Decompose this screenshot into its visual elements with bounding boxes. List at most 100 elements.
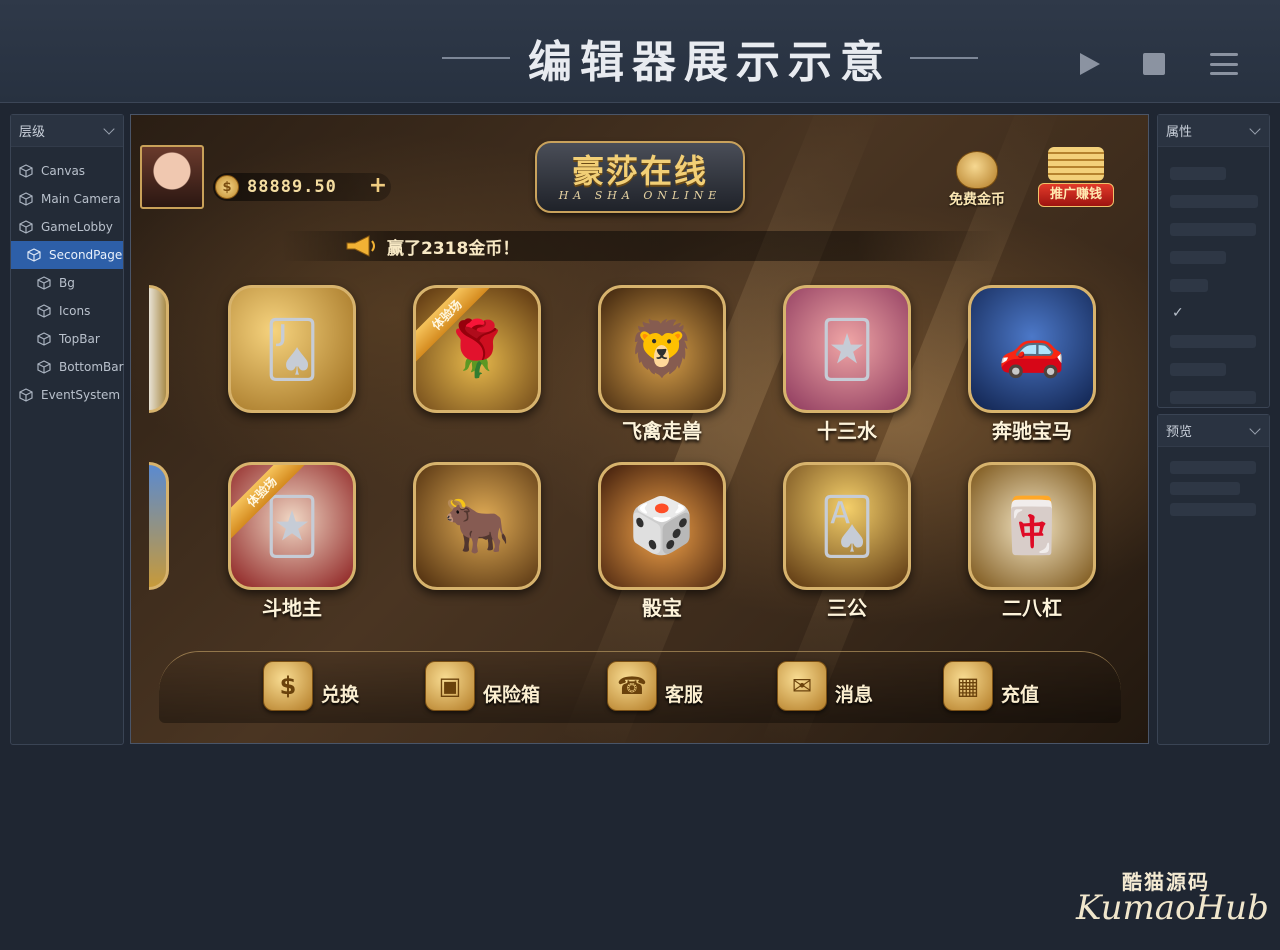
preview-panel: 预览: [1157, 414, 1270, 745]
title-wrap: 编辑器展示示意: [440, 28, 980, 88]
game-tile-benchi[interactable]: 🚗: [968, 285, 1096, 413]
property-placeholder: [1170, 251, 1226, 264]
mahjong-dice-icon: 🀄: [998, 494, 1066, 557]
hierarchy-title: 层级: [19, 125, 46, 140]
recharge-label: 充值: [1001, 683, 1040, 706]
node-icon: [37, 332, 51, 346]
free-coins-button[interactable]: 免费金币: [941, 151, 1013, 213]
node-icon: [19, 192, 33, 206]
logo-subtitle: HA SHA ONLINE: [558, 188, 722, 202]
free-coins-label: 免费金币: [949, 192, 1005, 208]
property-placeholder: [1170, 223, 1256, 236]
chevron-down-icon: [1249, 422, 1261, 435]
watermark-en: KumaoHub: [1076, 888, 1269, 928]
tree-item-label: Bg: [59, 276, 75, 290]
properties-title: 属性: [1166, 125, 1193, 140]
stop-button[interactable]: [1139, 49, 1169, 79]
properties-body: ✓: [1158, 147, 1269, 404]
tree-item-label: EventSystem: [41, 388, 121, 402]
safe-button[interactable]: ▣ 保险箱: [425, 653, 540, 719]
bull-icon: 🐂: [443, 494, 511, 557]
dice-icon: 🎲: [628, 494, 696, 557]
support-button[interactable]: ☎ 客服: [607, 653, 703, 719]
card-girl-icon: 🃏: [819, 317, 875, 381]
lion-icon: 🦁: [628, 317, 696, 380]
game-tile-cards[interactable]: 🂫: [228, 285, 356, 413]
messages-button[interactable]: ✉ 消息: [777, 653, 873, 719]
preview-header[interactable]: 预览: [1158, 415, 1269, 447]
exchange-icon: $: [263, 661, 313, 711]
node-icon: [37, 276, 51, 290]
chevron-down-icon: [103, 122, 115, 135]
hierarchy-header[interactable]: 层级: [11, 115, 123, 147]
check-icon[interactable]: ✓: [1172, 305, 1269, 321]
messages-label: 消息: [835, 683, 874, 706]
marquee-text: 赢了2318金币！: [387, 238, 520, 259]
tile-label: 斗地主: [262, 596, 322, 620]
game-tile-erbagang[interactable]: 🀄: [968, 462, 1096, 590]
node-icon: [37, 360, 51, 374]
chevron-down-icon: [1249, 122, 1261, 135]
game-tile-shisanshui[interactable]: 🃏: [783, 285, 911, 413]
promo-button[interactable]: 推广赚钱: [1026, 147, 1126, 213]
menu-button[interactable]: [1209, 49, 1239, 79]
game-tile-feiqin[interactable]: 🦁: [598, 285, 726, 413]
title-line-right: [910, 57, 978, 59]
car-icon: 🚗: [998, 317, 1066, 380]
add-coins-button[interactable]: +: [367, 175, 389, 198]
property-placeholder: [1170, 167, 1226, 180]
phone-icon: ☎: [607, 661, 657, 711]
editor-header: 编辑器展示示意: [0, 0, 1280, 103]
avatar[interactable]: [140, 145, 204, 209]
logo-title: 豪莎在线: [571, 151, 708, 190]
menu-icon: [1210, 53, 1238, 75]
tree-item-label: BottomBar: [59, 360, 124, 374]
promo-label: 推广赚钱: [1038, 183, 1114, 207]
recharge-button[interactable]: ▦ 充值: [943, 653, 1039, 719]
support-label: 客服: [665, 683, 704, 706]
envelope-icon: ✉: [777, 661, 827, 711]
property-placeholder: [1170, 279, 1208, 292]
play-icon: [1080, 53, 1100, 75]
game-tile-rose[interactable]: 🌹 体验场: [413, 285, 541, 413]
tree-item-main-camera[interactable]: Main Camera: [11, 185, 123, 213]
joker-icon: 🃏: [264, 494, 320, 558]
game-viewport[interactable]: $ 88889.50 + 豪莎在线 HA SHA ONLINE 免费金币 推广赚…: [130, 114, 1149, 744]
money-bag-icon: [956, 151, 998, 189]
tree-item-label: TopBar: [59, 332, 100, 346]
preview-body: [1158, 447, 1269, 516]
game-tile-doudizhu[interactable]: 🃏 体验场: [228, 462, 356, 590]
tree-item-gamelobby[interactable]: GameLobby: [11, 213, 123, 241]
node-icon: [37, 304, 51, 318]
play-button[interactable]: [1075, 49, 1105, 79]
tree-item-canvas[interactable]: Canvas: [11, 157, 123, 185]
tree-item-eventsystem[interactable]: EventSystem: [11, 381, 123, 409]
game-tile-bull[interactable]: 🐂: [413, 462, 541, 590]
exchange-label: 兑换: [321, 683, 360, 706]
tree-item-bottombar[interactable]: BottomBar: [11, 353, 124, 381]
tree-item-topbar[interactable]: TopBar: [11, 325, 123, 353]
tree-item-label: Main Camera: [41, 192, 121, 206]
tree-item-label: GameLobby: [41, 220, 113, 234]
safe-label: 保险箱: [483, 683, 541, 706]
rose-icon: 🌹: [443, 317, 511, 380]
exchange-button[interactable]: $ 兑换: [263, 653, 359, 719]
tree-item-icons[interactable]: Icons: [11, 297, 123, 325]
property-placeholder: [1170, 391, 1256, 404]
game-tile-shaibao[interactable]: 🎲: [598, 462, 726, 590]
tile-label: 飞禽走兽: [622, 419, 702, 443]
game-tile-sangong[interactable]: 🂡: [783, 462, 911, 590]
properties-header[interactable]: 属性: [1158, 115, 1269, 147]
property-placeholder: [1170, 363, 1226, 376]
tree-item-bg[interactable]: Bg: [11, 269, 123, 297]
node-icon: [27, 248, 41, 262]
tile-label: 十三水: [817, 419, 877, 443]
preview-placeholder: [1170, 482, 1240, 495]
tree-item-secondpage[interactable]: SecondPage: [11, 241, 123, 269]
coin-balance: 88889.50: [247, 177, 337, 197]
tree-item-label: SecondPage: [49, 248, 123, 262]
title-line-left: [442, 57, 510, 59]
safe-icon: ▣: [425, 661, 475, 711]
cards-icon: 🂫: [264, 317, 320, 381]
tree-item-label: Canvas: [41, 164, 86, 178]
